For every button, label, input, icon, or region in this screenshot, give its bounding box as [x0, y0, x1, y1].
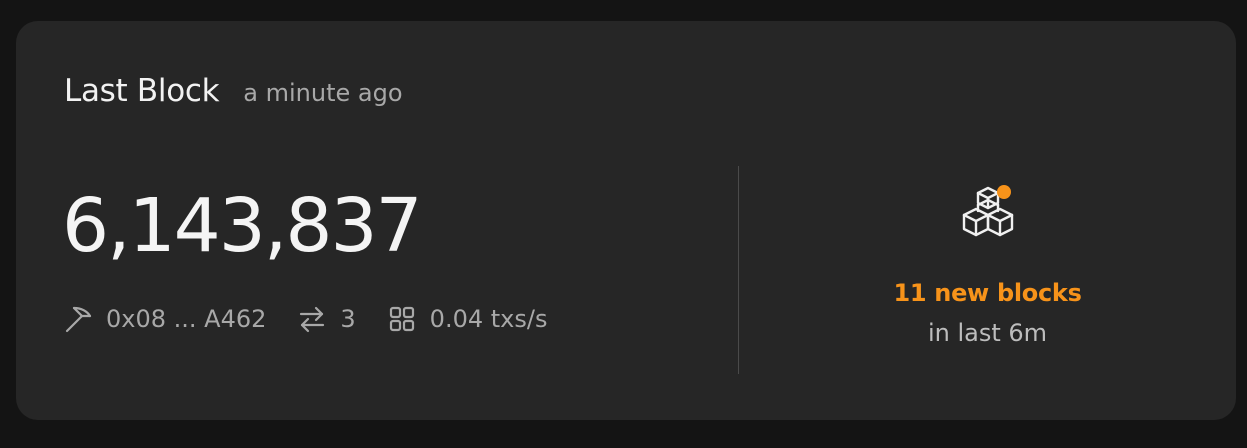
transaction-count: 3 [296, 303, 356, 335]
tx-rate-value: 0.04 txs/s [429, 305, 548, 333]
block-number[interactable]: 6,143,837 [62, 189, 423, 263]
block-time-ago: a minute ago [243, 79, 403, 107]
miner-info[interactable]: 0x08 ... A462 [62, 303, 266, 335]
card-header: Last Block a minute ago [64, 73, 403, 109]
transaction-rate: 0.04 txs/s [386, 303, 548, 335]
pickaxe-icon [62, 303, 94, 335]
swap-arrows-icon [296, 303, 328, 335]
miner-address[interactable]: 0x08 ... A462 [106, 305, 266, 333]
last-block-card: Last Block a minute ago 6,143,837 0x08 .… [16, 21, 1236, 420]
grid-icon [386, 303, 418, 335]
tx-count-value: 3 [340, 305, 356, 333]
new-blocks-count: 11 new blocks [893, 279, 1082, 307]
new-blocks-period: in last 6m [927, 319, 1048, 347]
cubes-icon [948, 181, 1028, 265]
block-meta: 0x08 ... A462 3 0.04 txs/s [62, 303, 547, 335]
card-title: Last Block [64, 73, 220, 109]
new-blocks-summary: 11 new blocks in last 6m [739, 181, 1236, 347]
